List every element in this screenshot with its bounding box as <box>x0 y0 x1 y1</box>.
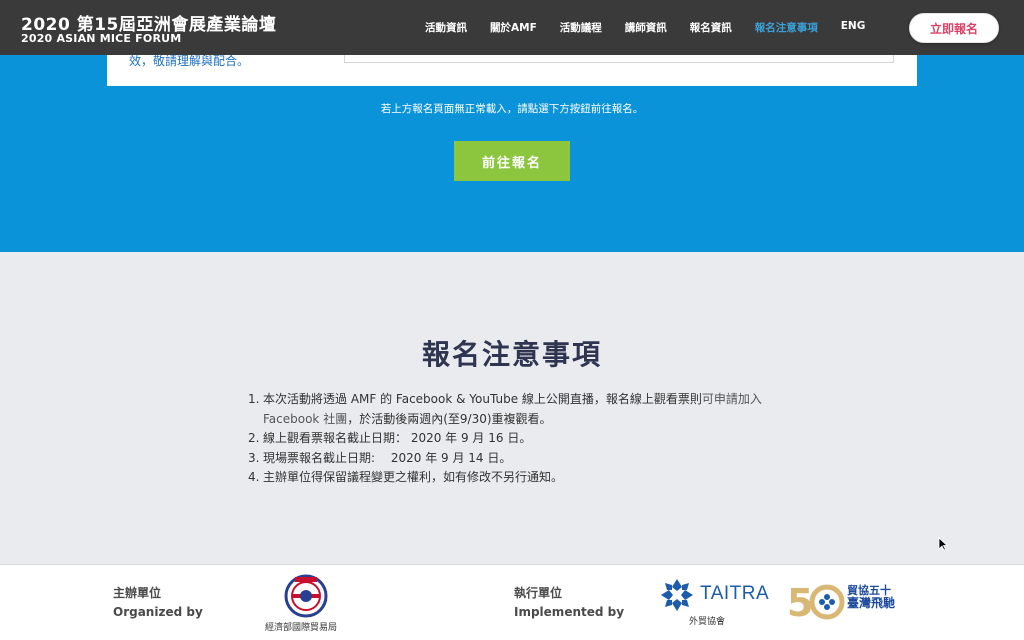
nav-item-agenda[interactable]: 活動議程 <box>560 20 602 35</box>
nav-item-eng[interactable]: ENG <box>841 20 866 35</box>
taitra-50th-logo-icon[interactable]: 5 <box>787 581 845 621</box>
nav-item-about-amf[interactable]: 關於AMF <box>490 20 537 35</box>
notes-title: 報名注意事項 <box>421 338 602 371</box>
fallback-note: 若上方報名頁面無正常載入，請點選下方按鈕前往報名。 <box>380 103 644 115</box>
taitra-wordmark[interactable]: TAITRA <box>700 583 769 605</box>
nav-item-registration-info[interactable]: 報名資訊 <box>690 20 732 35</box>
register-now-button[interactable]: 立即報名 <box>909 13 999 43</box>
boft-logo-icon[interactable] <box>283 574 329 618</box>
form-field[interactable] <box>344 55 894 63</box>
list-item: 3. 現場票報名截止日期: 2020 年 9 月 14 日。 <box>248 450 512 465</box>
implementer-label: 執行單位 Implemented by <box>514 586 625 619</box>
list-item: 2. 線上觀看票報名截止日期： 2020 年 9 月 16 日。 <box>248 431 532 445</box>
notes-list: 1. 本次活動將透過 AMF 的 Facebook & YouTube 線上公開… <box>248 390 793 488</box>
taitra-caption: 外貿協會 <box>689 617 726 627</box>
site-header: 2020 第15屆亞洲會展產業論壇 2020 ASIAN MICE FORUM … <box>0 0 1024 55</box>
boft-caption: 經濟部國際貿易局 <box>265 623 338 633</box>
main-nav: 活動資訊 關於AMF 活動議程 講師資訊 報名資訊 報名注意事項 ENG <box>425 20 888 35</box>
site-footer: 主辦單位 Organized by 經濟部國際貿易局 執行單位 Implemen… <box>0 564 1024 640</box>
list-item: 1. 本次活動將透過 AMF 的 Facebook & YouTube 線上公開… <box>248 392 762 426</box>
taitra-50th-text: 貿協五十 臺灣飛馳 <box>847 584 896 610</box>
registration-section: 效，敬請理解與配合。 若上方報名頁面無正常載入，請點選下方按鈕前往報名。 前往報… <box>0 54 1024 252</box>
registration-form-card: 效，敬請理解與配合。 <box>107 54 917 86</box>
organizer-label: 主辦單位 Organized by <box>113 586 203 619</box>
taitra-logo-icon[interactable] <box>659 577 695 613</box>
mouse-cursor-icon <box>938 537 948 551</box>
brand-title-en[interactable]: 2020 ASIAN MICE FORUM <box>21 32 181 45</box>
nav-item-speakers[interactable]: 講師資訊 <box>625 20 667 35</box>
nav-item-registration-notes[interactable]: 報名注意事項 <box>755 20 818 35</box>
svg-text:5: 5 <box>787 581 813 621</box>
nav-item-event-info[interactable]: 活動資訊 <box>425 20 467 35</box>
go-register-button[interactable]: 前往報名 <box>454 141 570 181</box>
list-item: 4. 主辦單位得保留議程變更之權利，如有修改不另行通知。 <box>248 470 564 484</box>
